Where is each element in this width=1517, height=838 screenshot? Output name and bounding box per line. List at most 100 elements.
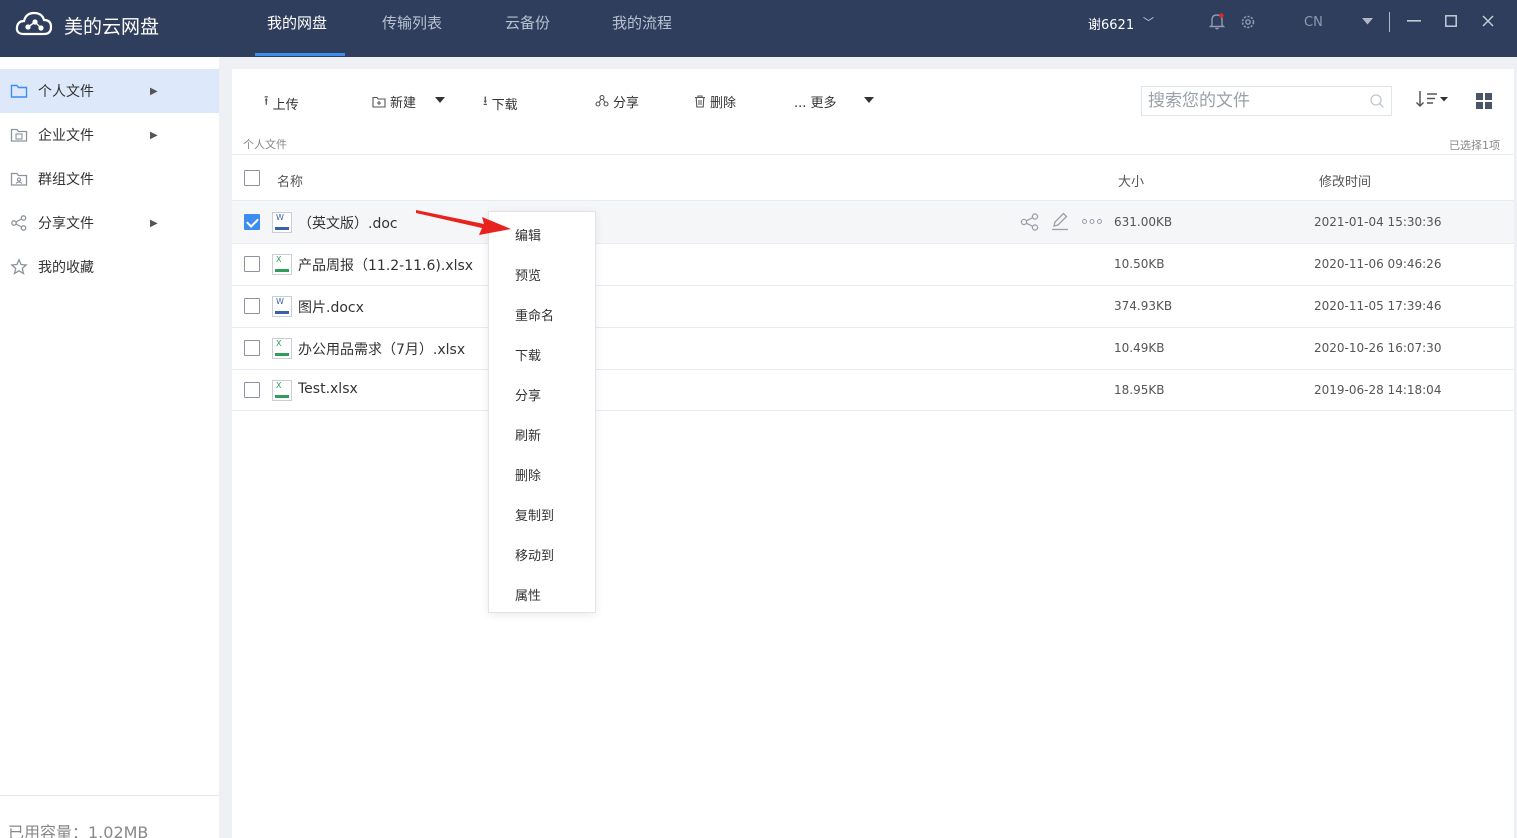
file-size: 374.93KB	[1114, 299, 1173, 313]
new-button[interactable]: 新建	[372, 92, 416, 111]
sidebar-item-group-files[interactable]: 群组文件	[0, 157, 219, 201]
annotation-arrow-icon	[416, 210, 511, 235]
row-checkbox[interactable]	[244, 256, 260, 272]
new-dropdown-caret-icon[interactable]	[435, 97, 445, 103]
row-checkbox[interactable]	[244, 340, 260, 356]
sidebar: 个人文件 ▶ 企业文件 ▶ 群组文件 分享文件 ▶ 我的收藏 已用容量：1.02…	[0, 57, 219, 838]
more-button[interactable]: ... 更多	[794, 92, 837, 111]
language-selector[interactable]: CN	[1304, 15, 1323, 30]
sidebar-item-shared-files[interactable]: 分享文件 ▶	[0, 201, 219, 245]
chevron-down-icon[interactable]: ﹀	[1143, 14, 1154, 30]
group-folder-icon	[10, 172, 28, 186]
divider	[0, 795, 219, 796]
menu-item-delete[interactable]: 删除	[515, 465, 541, 484]
breadcrumb[interactable]: 个人文件	[243, 136, 287, 152]
menu-item-rename[interactable]: 重命名	[515, 305, 554, 324]
trash-icon	[695, 95, 705, 108]
menu-item-refresh[interactable]: 刷新	[515, 425, 541, 444]
dropdown-caret-icon[interactable]	[1362, 18, 1373, 25]
file-name[interactable]: （英文版）.doc	[298, 213, 398, 233]
maximize-icon[interactable]	[1445, 15, 1457, 27]
menu-item-properties[interactable]: 属性	[515, 585, 541, 604]
search-box[interactable]	[1141, 86, 1392, 116]
excel-file-icon: X	[272, 338, 292, 359]
title-bar: 美的云网盘 我的网盘 传输列表 云备份 我的流程 谢6621 ﹀ CN	[0, 0, 1517, 57]
divider	[232, 410, 1514, 411]
search-input[interactable]	[1142, 87, 1362, 115]
menu-item-move-to[interactable]: 移动到	[515, 545, 554, 564]
sidebar-item-favorites[interactable]: 我的收藏	[0, 245, 219, 289]
excel-file-icon: X	[272, 254, 292, 275]
tab-my-drive[interactable]: 我的网盘	[267, 12, 327, 33]
sidebar-item-label: 我的收藏	[38, 260, 94, 276]
download-label: 下载	[491, 97, 518, 113]
table-row[interactable]: X 产品周报（11.2-11.6).xlsx 10.50KB 2020-11-0…	[232, 243, 1514, 285]
file-name[interactable]: Test.xlsx	[298, 381, 358, 397]
file-name[interactable]: 产品周报（11.2-11.6).xlsx	[298, 255, 473, 275]
delete-label: 删除	[710, 96, 737, 111]
storage-used: 已用容量：1.02MB	[8, 823, 149, 838]
row-edit-icon[interactable]	[1051, 212, 1069, 231]
menu-item-preview[interactable]: 预览	[515, 265, 541, 284]
cloud-logo-icon	[15, 11, 53, 36]
grid-view-icon[interactable]	[1476, 93, 1492, 109]
more-dropdown-caret-icon[interactable]	[864, 97, 874, 103]
column-header-modified[interactable]: 修改时间	[1319, 171, 1371, 190]
new-folder-icon	[372, 96, 386, 108]
file-name[interactable]: 办公用品需求（7月）.xlsx	[298, 339, 465, 359]
sidebar-item-label: 个人文件	[38, 84, 94, 100]
row-more-icon[interactable]	[1082, 219, 1102, 224]
file-modified: 2020-10-26 16:07:30	[1314, 341, 1442, 355]
table-row[interactable]: W 图片.docx 374.93KB 2020-11-05 17:39:46	[232, 285, 1514, 327]
row-checkbox[interactable]	[244, 298, 260, 314]
sidebar-item-personal-files[interactable]: 个人文件 ▶	[0, 69, 219, 113]
file-name[interactable]: 图片.docx	[298, 297, 364, 317]
gear-icon[interactable]	[1240, 14, 1256, 30]
column-header-name[interactable]: 名称	[277, 171, 303, 190]
sidebar-item-label: 企业文件	[38, 128, 94, 144]
close-icon[interactable]	[1482, 15, 1494, 27]
search-icon[interactable]	[1369, 93, 1385, 109]
delete-button[interactable]: 删除	[694, 92, 736, 111]
share-button[interactable]: 分享	[595, 92, 639, 111]
new-label: 新建	[390, 96, 417, 111]
download-button[interactable]: ⭳ 下载	[483, 92, 518, 114]
more-label: ... 更多	[794, 96, 837, 111]
upload-icon: ⭱	[264, 94, 269, 109]
select-all-checkbox[interactable]	[244, 170, 260, 186]
file-modified: 2020-11-05 17:39:46	[1314, 299, 1442, 313]
row-share-icon[interactable]	[1020, 213, 1040, 231]
context-menu: 编辑 预览 重命名 下载 分享 刷新 删除 复制到 移动到 属性	[488, 211, 596, 613]
row-checkbox[interactable]	[244, 382, 260, 398]
sidebar-item-enterprise-files[interactable]: 企业文件 ▶	[0, 113, 219, 157]
column-header-size[interactable]: 大小	[1118, 171, 1144, 190]
sort-icon[interactable]	[1415, 89, 1451, 109]
caret-right-icon: ▶	[150, 217, 158, 229]
menu-item-copy-to[interactable]: 复制到	[515, 505, 554, 524]
file-modified: 2021-01-04 15:30:36	[1314, 215, 1442, 229]
active-tab-indicator	[255, 53, 345, 56]
tab-cloud-backup[interactable]: 云备份	[505, 12, 550, 33]
star-icon	[10, 258, 28, 275]
file-modified: 2020-11-06 09:46:26	[1314, 257, 1442, 271]
caret-right-icon: ▶	[150, 129, 158, 141]
bell-icon[interactable]	[1209, 12, 1225, 30]
file-size: 10.49KB	[1114, 341, 1165, 355]
table-row[interactable]: X Test.xlsx 18.95KB 2019-06-28 14:18:04	[232, 369, 1514, 411]
tab-my-workflow[interactable]: 我的流程	[612, 12, 672, 33]
menu-item-edit[interactable]: 编辑	[515, 225, 541, 244]
share-icon	[11, 215, 27, 231]
tab-transfer-list[interactable]: 传输列表	[382, 12, 442, 33]
divider	[232, 154, 1514, 155]
user-menu[interactable]: 谢6621	[1088, 14, 1134, 33]
sidebar-item-label: 群组文件	[38, 172, 94, 188]
file-modified: 2019-06-28 14:18:04	[1314, 383, 1442, 397]
menu-item-share[interactable]: 分享	[515, 385, 541, 404]
building-icon	[10, 128, 28, 142]
row-checkbox[interactable]	[244, 214, 260, 230]
menu-item-download[interactable]: 下载	[515, 345, 541, 364]
excel-file-icon: X	[272, 380, 292, 401]
minimize-icon[interactable]	[1407, 20, 1421, 22]
table-row[interactable]: X 办公用品需求（7月）.xlsx 10.49KB 2020-10-26 16:…	[232, 327, 1514, 369]
upload-button[interactable]: ⭱ 上传	[264, 92, 299, 114]
